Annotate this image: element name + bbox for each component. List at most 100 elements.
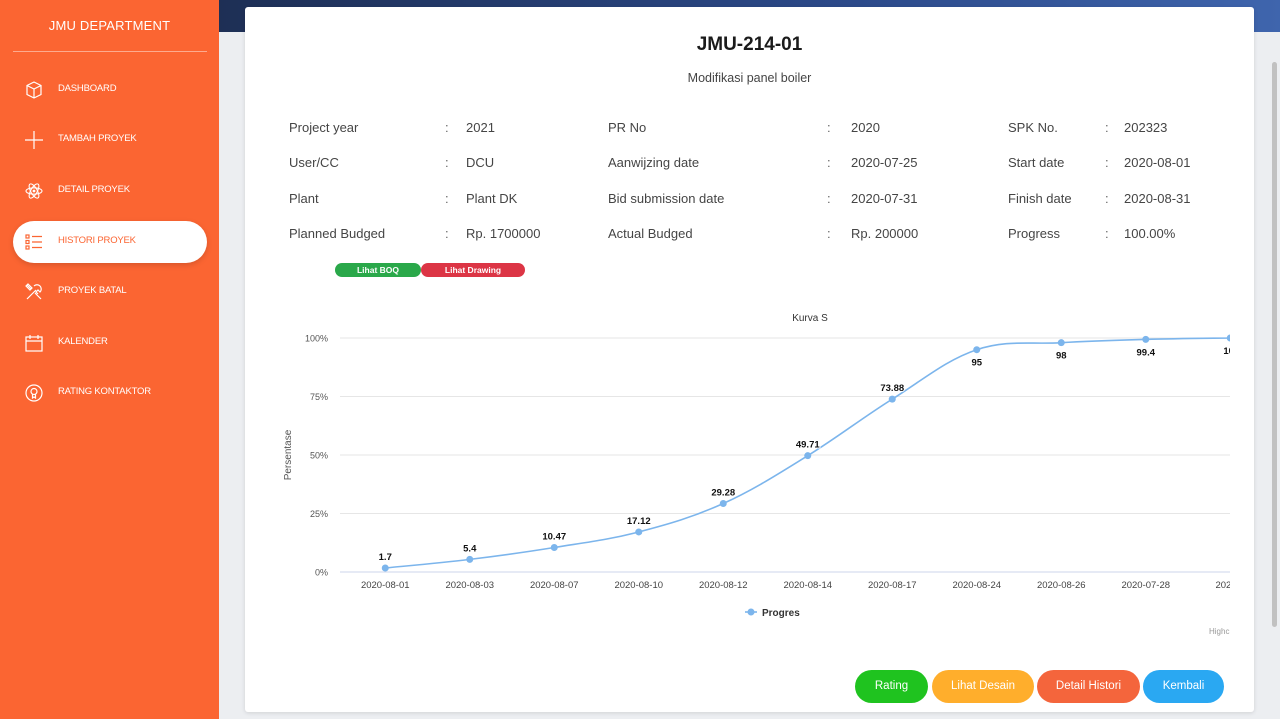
x-tick-label: 2020-08-07 (530, 580, 579, 591)
sidebar-item-proyek-batal[interactable]: PROYEK BATAL (13, 271, 207, 313)
sidebar-item-label: DASHBOARD (58, 83, 117, 94)
sidebar-item-label: TAMBAH PROYEK (58, 133, 137, 144)
finish-date-value: 2020-08-31 (1124, 191, 1191, 206)
spk-no-label: SPK No. (1008, 120, 1058, 135)
cube-icon (26, 81, 42, 99)
data-point (1142, 335, 1150, 343)
planned-budget-value: Rp. 1700000 (466, 226, 541, 241)
sidebar: JMU DEPARTMENT DASHBOARD TAMBAH PROYEK D… (0, 0, 219, 719)
user-cc-value: DCU (466, 155, 495, 170)
lihat-drawing-button[interactable]: Lihat Drawing (421, 263, 525, 277)
spk-no-value: 202323 (1124, 120, 1168, 135)
colon: : (445, 155, 449, 170)
sidebar-item-tambah-proyek[interactable]: TAMBAH PROYEK (13, 119, 207, 161)
chart-title: Kurva S (792, 313, 828, 324)
data-label: 17.12 (627, 516, 651, 527)
bid-submission-value: 2020-07-31 (851, 191, 918, 206)
page-title: JMU-214-01 (696, 34, 803, 55)
x-tick-label: 2020-0 (1215, 580, 1235, 591)
x-tick-label: 2020-07-28 (1121, 580, 1170, 591)
progress-label: Progress (1008, 226, 1061, 241)
x-tick-label: 2020-08-24 (952, 580, 1001, 591)
data-label: 99.4 (1137, 347, 1156, 358)
colon: : (1105, 226, 1109, 241)
data-label: 10( (1223, 346, 1235, 357)
rating-button[interactable]: Rating (855, 670, 928, 703)
sidebar-item-histori-proyek[interactable]: HISTORI PROYEK (13, 221, 207, 263)
brand-divider (13, 51, 207, 52)
sidebar-item-rating-kontaktor[interactable]: RATING KONTAKTOR (13, 372, 207, 414)
colon: : (1105, 155, 1109, 170)
legend-label: Progres (762, 608, 800, 619)
aanwijzing-label: Aanwijzing date (608, 155, 700, 170)
project-detail-card: JMU-214-01 Modifikasi panel boiler Proje… (245, 7, 1254, 712)
progress-value: 100.00% (1124, 226, 1176, 241)
data-point (381, 564, 389, 572)
x-tick-label: 2020-08-14 (783, 580, 832, 591)
y-tick-label: 75% (310, 392, 328, 402)
colon: : (1105, 120, 1109, 135)
page-scrollbar[interactable] (1272, 62, 1277, 627)
data-point (550, 544, 558, 552)
kembali-button[interactable]: Kembali (1143, 670, 1224, 703)
colon: : (827, 191, 831, 206)
data-point (1226, 334, 1230, 342)
pr-no-value: 2020 (851, 120, 880, 135)
project-year-value: 2021 (466, 120, 495, 135)
y-axis-label: Persentase (283, 429, 294, 480)
list-icon (25, 234, 42, 250)
y-tick-label: 100% (305, 334, 328, 344)
bid-submission-label: Bid submission date (608, 191, 725, 206)
badge-icon (25, 384, 43, 402)
planned-budget-label: Planned Budged (289, 226, 386, 241)
plus-icon (25, 131, 43, 149)
x-tick-label: 2020-08-17 (868, 580, 917, 591)
sidebar-item-label: PROYEK BATAL (58, 285, 127, 296)
data-label: 1.7 (379, 552, 392, 563)
x-tick-label: 2020-08-12 (699, 580, 748, 591)
data-point (1057, 339, 1065, 347)
sidebar-item-label: DETAIL PROYEK (58, 184, 130, 195)
actual-budget-value: Rp. 200000 (851, 226, 919, 241)
data-label: 73.88 (880, 383, 904, 394)
data-label: 49.71 (796, 440, 820, 451)
detail-histori-button[interactable]: Detail Histori (1037, 670, 1140, 703)
sidebar-item-dashboard[interactable]: DASHBOARD (13, 69, 207, 111)
data-point (804, 452, 812, 460)
sidebar-item-label: HISTORI PROYEK (58, 235, 136, 246)
x-tick-label: 2020-08-01 (361, 580, 410, 591)
data-point (466, 555, 474, 563)
actual-budget-label: Actual Budged (608, 226, 693, 241)
sidebar-item-detail-proyek[interactable]: DETAIL PROYEK (13, 170, 207, 212)
x-axis-labels: 2020-08-01 2020-08-03 2020-08-07 2020-08-10… (361, 580, 1235, 591)
y-tick-label: 50% (310, 451, 328, 461)
colon: : (445, 191, 449, 206)
atom-icon (25, 183, 43, 199)
aanwijzing-value: 2020-07-25 (851, 155, 918, 170)
data-label: 29.28 (711, 487, 735, 498)
user-cc-label: User/CC (289, 155, 339, 170)
sidebar-item-label: KALENDER (58, 336, 108, 347)
calendar-icon (25, 335, 43, 352)
start-date-value: 2020-08-01 (1124, 155, 1191, 170)
colon: : (827, 120, 831, 135)
data-point (635, 528, 643, 536)
start-date-label: Start date (1008, 155, 1065, 170)
x-tick-label: 2020-08-03 (445, 580, 494, 591)
colon: : (445, 120, 449, 135)
lihat-boq-button[interactable]: Lihat BOQ (335, 263, 421, 277)
data-point (888, 395, 896, 403)
plant-value: Plant DK (466, 191, 518, 206)
chart-credits: Highc (1209, 627, 1229, 636)
lihat-desain-button[interactable]: Lihat Desain (932, 670, 1034, 703)
sidebar-item-kalender[interactable]: KALENDER (13, 322, 207, 364)
kurva-s-chart: Kurva S 0% 25% 50% 75% 100% Persentase 2020-08-… (283, 313, 1235, 636)
tools-icon (25, 283, 42, 300)
data-point (973, 346, 981, 354)
y-tick-label: 25% (310, 509, 328, 519)
data-point (719, 499, 727, 507)
project-year-label: Project year (289, 120, 359, 135)
x-tick-label: 2020-08-10 (614, 580, 663, 591)
x-tick-label: 2020-08-26 (1037, 580, 1086, 591)
page-subtitle: Modifikasi panel boiler (687, 71, 812, 85)
